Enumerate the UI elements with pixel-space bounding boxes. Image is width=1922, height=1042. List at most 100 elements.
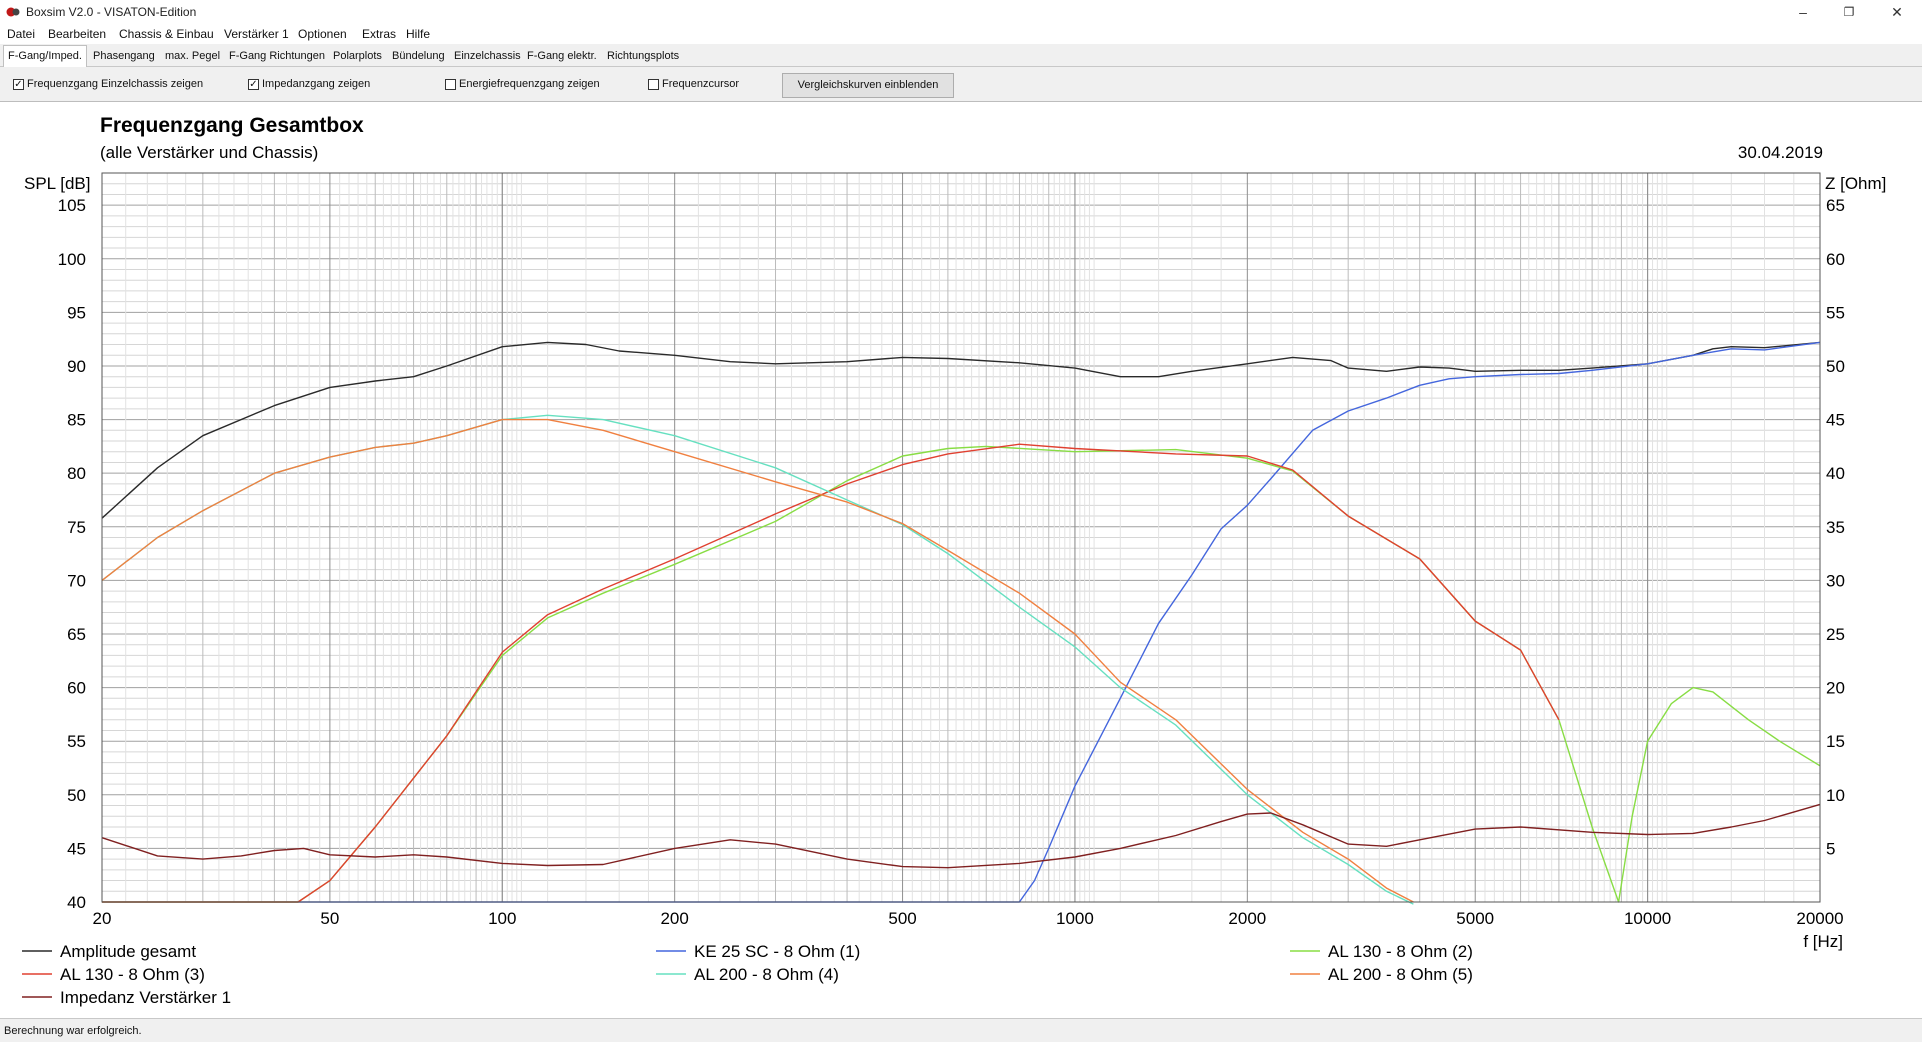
menu-bearbeiten[interactable]: Bearbeiten	[48, 27, 106, 41]
minimize-button[interactable]: –	[1780, 0, 1826, 24]
checkbox-frequenzcursor[interactable]: Frequenzcursor	[648, 78, 739, 90]
checkbox-label: Frequenzcursor	[662, 78, 740, 90]
y2-tick-label: 35	[1826, 518, 1845, 537]
checkbox-box[interactable]: ✓	[248, 78, 259, 90]
y2-tick-label: 5	[1826, 839, 1835, 858]
y-tick-label: 85	[67, 411, 86, 430]
y2-tick-label: 20	[1826, 679, 1845, 698]
checkbox-einzelchassis[interactable]: ✓ Frequenzgang Einzelchassis zeigen	[13, 78, 203, 90]
close-button[interactable]: ✕	[1874, 0, 1920, 24]
chart-grid	[101, 172, 1821, 903]
menu-extras[interactable]: Extras	[362, 27, 396, 41]
y2-tick-label: 15	[1826, 732, 1845, 751]
menu-verstaerker[interactable]: Verstärker 1	[224, 27, 289, 41]
y-tick-label: 70	[67, 571, 86, 590]
checkbox-impedanzgang[interactable]: ✓ Impedanzgang zeigen	[248, 78, 370, 90]
y2-tick-label: 55	[1826, 303, 1845, 322]
vergleichskurven-button[interactable]: Vergleichskurven einblenden	[782, 73, 954, 98]
plot-area: Frequenzgang Gesamtbox (alle Verstärker …	[0, 102, 1922, 1018]
y-tick-label: 45	[67, 839, 86, 858]
x-tick-label: 100	[488, 909, 516, 928]
tab-f-gang-elektr[interactable]: F-Gang elektr.	[527, 47, 597, 65]
y2-axis-label: Z [Ohm]	[1825, 174, 1886, 193]
maximize-button[interactable]: ❐	[1826, 0, 1872, 24]
checkbox-label: Frequenzgang Einzelchassis zeigen	[27, 78, 204, 90]
series-line	[101, 803, 1821, 869]
y-tick-label: 40	[67, 893, 86, 912]
tab-einzelchassis[interactable]: Einzelchassis	[454, 47, 521, 65]
tab-bar: F-Gang/Imped. Phasengang max. Pegel F-Ga…	[0, 44, 1922, 67]
series-line	[102, 443, 1560, 903]
y-tick-label: 100	[58, 250, 86, 269]
title-bar: Boxsim V2.0 - VISATON-Edition – ❐ ✕	[0, 0, 1922, 25]
status-bar: Berechnung war erfolgreich.	[0, 1018, 1922, 1042]
x-tick-label: 500	[888, 909, 916, 928]
x-tick-label: 10000	[1624, 909, 1671, 928]
chart-date: 30.04.2019	[1738, 143, 1823, 162]
frequency-response-chart: Frequenzgang Gesamtbox (alle Verstärker …	[22, 114, 1886, 1007]
chart-subtitle: (alle Verstärker und Chassis)	[100, 143, 318, 162]
chart-title: Frequenzgang Gesamtbox	[100, 114, 364, 137]
y2-tick-label: 50	[1826, 357, 1845, 376]
tab-richtungsplots[interactable]: Richtungsplots	[607, 47, 679, 65]
legend-label: KE 25 SC - 8 Ohm (1)	[694, 942, 860, 961]
legend-label: AL 130 - 8 Ohm (2)	[1328, 942, 1473, 961]
tab-f-gang-richtungen[interactable]: F-Gang Richtungen	[229, 47, 325, 65]
y-tick-label: 50	[67, 786, 86, 805]
menu-chassis-einbau[interactable]: Chassis & Einbau	[119, 27, 214, 41]
y2-tick-label: 30	[1826, 571, 1845, 590]
y-tick-label: 60	[67, 679, 86, 698]
y-tick-label: 90	[67, 357, 86, 376]
x-tick-label: 200	[660, 909, 688, 928]
x-tick-label: 20	[93, 909, 112, 928]
legend-label: AL 200 - 8 Ohm (5)	[1328, 965, 1473, 984]
tab-f-gang-imped[interactable]: F-Gang/Imped.	[3, 45, 87, 67]
series-line	[102, 341, 1821, 903]
chart-ticks: 40 45 50 55 60 65 70 75 80 85 90 95 100 105 5 10 15 20 25 3…	[58, 196, 1845, 928]
tab-buendelung[interactable]: Bündelung	[392, 47, 445, 65]
y-tick-label: 75	[67, 518, 86, 537]
chart-legend: Amplitude gesamt KE 25 SC - 8 Ohm (1) AL 1…	[22, 942, 1473, 1007]
x-tick-label: 5000	[1456, 909, 1494, 928]
y-tick-label: 65	[67, 625, 86, 644]
y2-tick-label: 65	[1826, 196, 1845, 215]
tab-polarplots[interactable]: Polarplots	[333, 47, 382, 65]
series-line	[101, 414, 1414, 905]
y2-tick-label: 25	[1826, 625, 1845, 644]
menu-hilfe[interactable]: Hilfe	[406, 27, 430, 41]
y2-tick-label: 40	[1826, 464, 1845, 483]
x-tick-label: 1000	[1056, 909, 1094, 928]
series-line	[102, 445, 1821, 903]
menu-optionen[interactable]: Optionen	[298, 27, 347, 41]
status-text: Berechnung war erfolgreich.	[4, 1025, 142, 1037]
checkbox-box[interactable]: ✓	[13, 78, 24, 90]
x-tick-label: 20000	[1796, 909, 1843, 928]
legend-label: Impedanz Verstärker 1	[60, 988, 231, 1007]
x-tick-label: 2000	[1228, 909, 1266, 928]
checkbox-label: Impedanzgang zeigen	[262, 78, 371, 90]
y2-tick-label: 60	[1826, 250, 1845, 269]
y-tick-label: 80	[67, 464, 86, 483]
checkbox-box[interactable]	[648, 78, 659, 90]
window-title: Boxsim V2.0 - VISATON-Edition	[26, 5, 197, 19]
menu-datei[interactable]: Datei	[7, 27, 35, 41]
series-line	[101, 418, 1414, 903]
y-axis-label: SPL [dB]	[24, 174, 90, 193]
y-tick-label: 95	[67, 303, 86, 322]
y2-tick-label: 45	[1826, 411, 1845, 430]
y-tick-label: 105	[58, 196, 86, 215]
legend-label: Amplitude gesamt	[60, 942, 196, 961]
legend-label: AL 200 - 8 Ohm (4)	[694, 965, 839, 984]
menu-bar: Datei Bearbeiten Chassis & Einbau Verstä…	[0, 24, 1922, 44]
x-axis-label: f [Hz]	[1803, 932, 1843, 951]
y-tick-label: 55	[67, 732, 86, 751]
legend-label: AL 130 - 8 Ohm (3)	[60, 965, 205, 984]
checkbox-energiefrequenzgang[interactable]: Energiefrequenzgang zeigen	[445, 78, 600, 90]
boxsim-app-icon	[6, 7, 20, 17]
tab-phasengang[interactable]: Phasengang	[93, 47, 155, 65]
checkbox-box[interactable]	[445, 78, 456, 90]
tab-max-pegel[interactable]: max. Pegel	[165, 47, 220, 65]
x-tick-label: 50	[320, 909, 339, 928]
y2-tick-label: 10	[1826, 786, 1845, 805]
checkbox-label: Energiefrequenzgang zeigen	[459, 78, 600, 90]
